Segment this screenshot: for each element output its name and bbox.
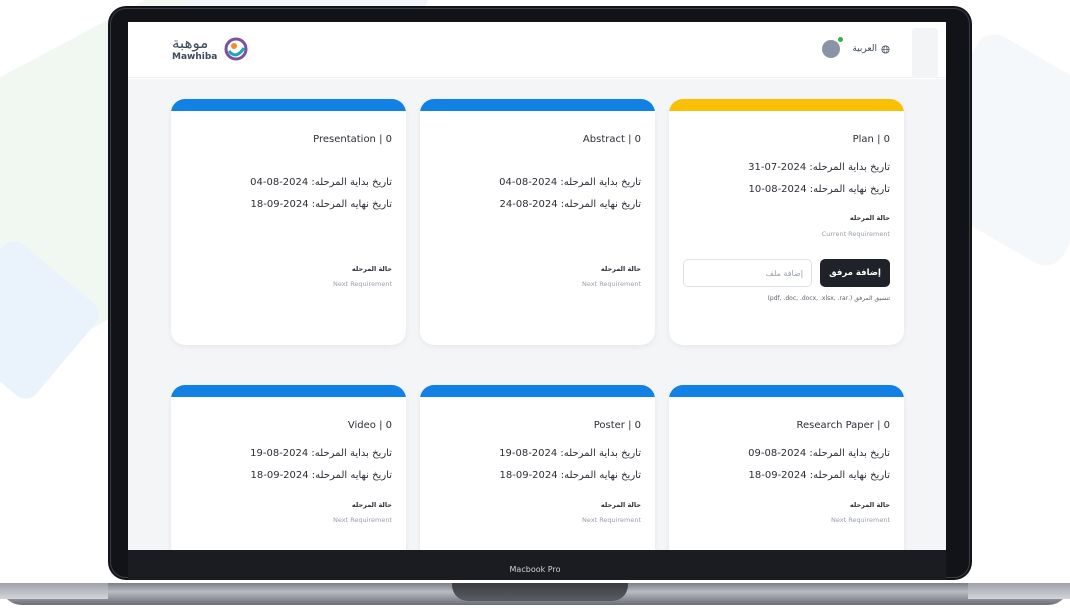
- card-status-value: Next Requirement: [332, 516, 392, 524]
- card-status-label: حالة المرحله: [849, 501, 890, 509]
- user-avatar[interactable]: [822, 37, 844, 58]
- laptop-screen: موهبة Mawhiba العربية Plan | 0 تاريخ بدا…: [128, 22, 946, 550]
- stage-card-poster: Poster | 0 تاريخ بداية المرحله: 2024-08-…: [420, 385, 655, 550]
- card-title: Presentation | 0: [313, 134, 392, 145]
- card-end-date: تاريخ نهايه المرحله: 2024-09-18: [250, 199, 392, 210]
- requirements-content: Plan | 0 تاريخ بداية المرحله: 2024-07-31…: [128, 79, 946, 550]
- card-title: Abstract | 0: [582, 134, 641, 145]
- card-status-value: Next Requirement: [332, 280, 392, 288]
- card-end-date: تاريخ نهايه المرحله: 2024-08-10: [748, 184, 890, 195]
- stage-card-plan: Plan | 0 تاريخ بداية المرحله: 2024-07-31…: [669, 99, 904, 345]
- card-title: Poster | 0: [593, 420, 641, 431]
- card-status-label: حالة المرحله: [600, 265, 641, 273]
- card-color-bar: [420, 385, 655, 397]
- stage-card-abstract: Abstract | 0 تاريخ بداية المرحله: 2024-0…: [420, 99, 655, 345]
- logo-text: موهبة Mawhiba: [172, 36, 217, 62]
- card-start-date: تاريخ بداية المرحله: 2024-07-31: [748, 162, 890, 173]
- card-color-bar: [669, 385, 904, 397]
- card-color-bar: [171, 385, 406, 397]
- upload-row: إضافة مرفق: [683, 259, 890, 287]
- stage-card-video: Video | 0 تاريخ بداية المرحله: 2024-08-1…: [171, 385, 406, 550]
- card-color-bar: [171, 99, 406, 111]
- card-status-value: Next Requirement: [581, 280, 641, 288]
- laptop-base-edge: [0, 583, 108, 599]
- add-attachment-button[interactable]: إضافة مرفق: [820, 259, 890, 287]
- attachment-format-hint: تنسيق المرفق (.pdf, .doc, .docx, .xlsx, …: [767, 295, 890, 302]
- header-actions: العربية: [822, 37, 890, 58]
- header-edge: [912, 28, 938, 78]
- card-status-label: حالة المرحله: [849, 214, 890, 222]
- card-status-label: حالة المرحله: [600, 501, 641, 509]
- card-end-date: تاريخ نهايه المرحله: 2024-09-18: [748, 470, 890, 481]
- card-color-bar: [420, 99, 655, 111]
- card-end-date: تاريخ نهايه المرحله: 2024-09-18: [499, 470, 641, 481]
- add-file-input[interactable]: [683, 259, 812, 287]
- laptop-base-notch: [452, 583, 628, 601]
- card-start-date: تاريخ بداية المرحله: 2024-08-04: [499, 177, 641, 188]
- card-end-date: تاريخ نهايه المرحله: 2024-08-24: [499, 199, 641, 210]
- mawhiba-logo[interactable]: موهبة Mawhiba: [172, 36, 249, 62]
- logo-english-text: Mawhiba: [172, 52, 218, 62]
- globe-icon: [881, 44, 890, 54]
- card-end-date: تاريخ نهايه المرحله: 2024-09-18: [250, 470, 392, 481]
- card-status-value: Current Requirement: [821, 230, 890, 238]
- card-start-date: تاريخ بداية المرحله: 2024-08-04: [250, 177, 392, 188]
- card-start-date: تاريخ بداية المرحله: 2024-08-19: [499, 448, 641, 459]
- language-switcher[interactable]: العربية: [852, 44, 890, 54]
- device-label: Macbook Pro: [509, 565, 561, 574]
- card-start-date: تاريخ بداية المرحله: 2024-08-09: [748, 448, 890, 459]
- card-status-value: Next Requirement: [830, 516, 890, 524]
- stage-card-research-paper: Research Paper | 0 تاريخ بداية المرحله: …: [669, 385, 904, 550]
- language-label: العربية: [852, 44, 877, 54]
- laptop-base-edge: [968, 583, 1070, 599]
- card-status-label: حالة المرحله: [351, 501, 392, 509]
- card-start-date: تاريخ بداية المرحله: 2024-08-19: [250, 448, 392, 459]
- mawhiba-logo-icon: [224, 37, 248, 61]
- logo-arabic-text: موهبة: [172, 34, 209, 52]
- card-title: Research Paper | 0: [796, 420, 890, 431]
- card-title: Video | 0: [347, 420, 392, 431]
- stage: موهبة Mawhiba العربية Plan | 0 تاريخ بدا…: [0, 0, 1070, 615]
- card-title: Plan | 0: [852, 134, 890, 145]
- card-status-value: Next Requirement: [581, 516, 641, 524]
- card-color-bar: [669, 99, 904, 111]
- card-status-label: حالة المرحله: [351, 265, 392, 273]
- stage-card-presentation: Presentation | 0 تاريخ بداية المرحله: 20…: [171, 99, 406, 345]
- site-header: موهبة Mawhiba العربية: [128, 22, 946, 78]
